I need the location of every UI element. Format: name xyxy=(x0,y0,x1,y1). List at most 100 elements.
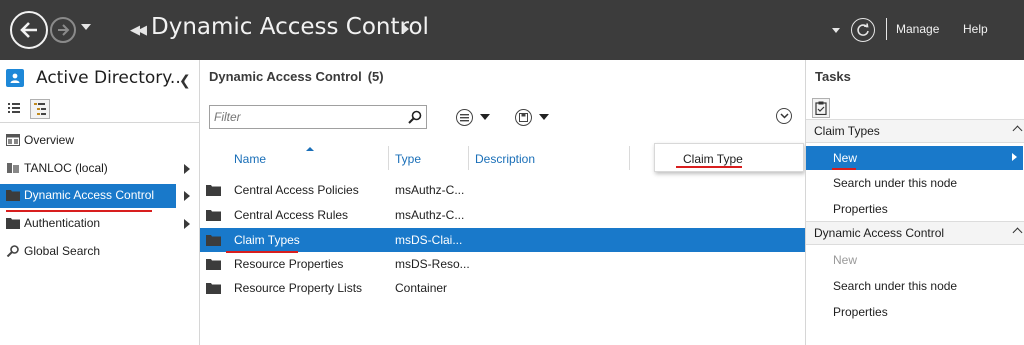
task-search-under-node[interactable]: Search under this node xyxy=(806,171,1024,195)
nav-item-label: Overview xyxy=(24,133,75,147)
nav-item-label: TANLOC (local) xyxy=(24,161,108,175)
list-view-icon[interactable] xyxy=(8,102,20,114)
tree-view-button[interactable] xyxy=(30,99,50,119)
task-new-disabled: New xyxy=(806,248,1024,272)
back-arrow-icon xyxy=(20,22,37,38)
save-icon xyxy=(515,108,532,126)
query-options-button[interactable] xyxy=(456,107,490,127)
nav-item-label: Dynamic Access Control xyxy=(24,188,155,202)
section-header-label: Claim Types xyxy=(814,124,880,138)
chevron-up-icon[interactable] xyxy=(1012,227,1023,238)
overview-icon xyxy=(6,134,20,146)
column-header-description[interactable]: Description xyxy=(469,146,630,170)
save-query-button[interactable] xyxy=(515,107,549,127)
clipboard-icon xyxy=(815,101,827,115)
row-type: msAuthz-C... xyxy=(395,208,465,222)
folder-icon xyxy=(206,185,221,196)
expand-arrow-icon[interactable] xyxy=(184,219,190,229)
task-label: New xyxy=(833,253,858,267)
task-search-under-node[interactable]: Search under this node xyxy=(806,274,1024,298)
folder-icon xyxy=(206,283,221,294)
row-name: Central Access Policies xyxy=(234,183,359,197)
search-icon xyxy=(6,245,19,257)
title-bar: ◀◀ Dynamic Access Control Manage Help xyxy=(0,0,1024,60)
refresh-icon xyxy=(857,23,869,36)
content-title-text: Dynamic Access Control xyxy=(209,69,362,84)
content-title: Dynamic Access Control (5) xyxy=(209,69,384,84)
domain-icon xyxy=(7,163,19,173)
annotation-underline xyxy=(832,168,856,170)
nav-item-global-search[interactable]: Global Search xyxy=(0,240,199,264)
section-claim-types[interactable]: Claim Types xyxy=(806,119,1024,143)
navigation-pane: Active Directory... ❮ Overview TANLOC (l… xyxy=(0,60,200,345)
table-row[interactable]: Central Access Rules msAuthz-C... xyxy=(200,203,805,227)
dropdown-arrow-icon xyxy=(480,114,490,120)
table-row[interactable]: Central Access Policies msAuthz-C... xyxy=(200,178,805,202)
tasks-toggle-button[interactable] xyxy=(812,98,830,118)
task-new[interactable]: New xyxy=(806,146,1023,170)
back-button[interactable] xyxy=(10,11,48,49)
task-label: New xyxy=(833,151,858,165)
folder-icon xyxy=(6,190,20,201)
table-row[interactable]: Resource Property Lists Container xyxy=(200,276,805,300)
submenu-arrow-icon xyxy=(1012,153,1017,161)
breadcrumb-dropdown-icon[interactable] xyxy=(832,28,840,33)
row-type: msAuthz-C... xyxy=(395,183,465,197)
table-row[interactable]: Resource Properties msDS-Reso... xyxy=(200,252,805,276)
content-pane: Dynamic Access Control (5) Name Type Desc… xyxy=(200,60,805,345)
tree-view-icon xyxy=(34,103,46,115)
nav-item-label: Authentication xyxy=(24,216,101,230)
search-icon[interactable] xyxy=(408,110,422,124)
tasks-title: Tasks xyxy=(815,69,851,84)
folder-icon xyxy=(206,259,221,270)
section-dynamic-access-control[interactable]: Dynamic Access Control xyxy=(806,221,1024,245)
expand-arrow-icon[interactable] xyxy=(184,191,190,201)
task-label: Search under this node xyxy=(833,176,958,190)
nav-item-authentication[interactable]: Authentication xyxy=(0,212,199,236)
table-row-selected[interactable]: Claim Types msDS-Clai... xyxy=(200,228,805,252)
folder-icon xyxy=(206,235,221,246)
row-name: Resource Properties xyxy=(234,257,344,271)
tasks-pane: Tasks Claim Types New Search under this … xyxy=(805,60,1024,345)
row-name: Claim Types xyxy=(234,233,300,247)
page-title: Dynamic Access Control xyxy=(151,14,429,40)
annotation-underline xyxy=(676,166,742,168)
filter-field[interactable] xyxy=(209,105,427,129)
nav-item-dynamic-access-control[interactable]: Dynamic Access Control xyxy=(0,184,199,208)
column-header-label: Name xyxy=(234,152,267,166)
row-type: Container xyxy=(395,281,448,295)
section-header-label: Dynamic Access Control xyxy=(814,226,945,240)
filter-input[interactable] xyxy=(214,109,404,125)
header-divider xyxy=(886,18,887,40)
history-dropdown-icon[interactable] xyxy=(81,24,91,30)
nav-item-tanloc[interactable]: TANLOC (local) xyxy=(0,157,199,181)
row-name: Resource Property Lists xyxy=(234,281,363,295)
expand-arrow-icon[interactable] xyxy=(184,164,190,174)
chevron-up-icon[interactable] xyxy=(1012,125,1023,136)
column-header-label: Description xyxy=(475,152,536,166)
refresh-button[interactable] xyxy=(851,18,875,42)
nav-item-label: Global Search xyxy=(24,244,101,258)
list-options-icon xyxy=(456,108,473,126)
task-properties[interactable]: Properties xyxy=(806,300,1024,324)
column-header-name[interactable]: Name xyxy=(228,146,389,170)
breadcrumb-back-chevron-icon[interactable]: ◀◀ xyxy=(130,22,147,38)
breadcrumb-chevron-icon[interactable] xyxy=(403,24,409,34)
folder-icon xyxy=(206,210,221,221)
chevron-down-icon xyxy=(779,113,789,119)
forward-arrow-icon xyxy=(58,24,70,36)
expand-filter-button[interactable] xyxy=(776,108,792,124)
help-menu[interactable]: Help xyxy=(963,22,988,36)
row-type: msDS-Reso... xyxy=(395,257,470,271)
column-header-type[interactable]: Type xyxy=(389,146,469,170)
navigation-title: Active Directory... xyxy=(36,68,187,88)
menu-item-claim-type[interactable]: Claim Type xyxy=(683,152,743,166)
folder-icon xyxy=(6,218,20,229)
forward-button[interactable] xyxy=(50,17,76,43)
task-label: Properties xyxy=(833,202,888,216)
task-properties[interactable]: Properties xyxy=(806,197,1024,221)
task-label: Search under this node xyxy=(833,279,958,293)
collapse-pane-icon[interactable]: ❮ xyxy=(179,72,191,89)
nav-item-overview[interactable]: Overview xyxy=(0,129,199,153)
manage-menu[interactable]: Manage xyxy=(896,22,939,36)
